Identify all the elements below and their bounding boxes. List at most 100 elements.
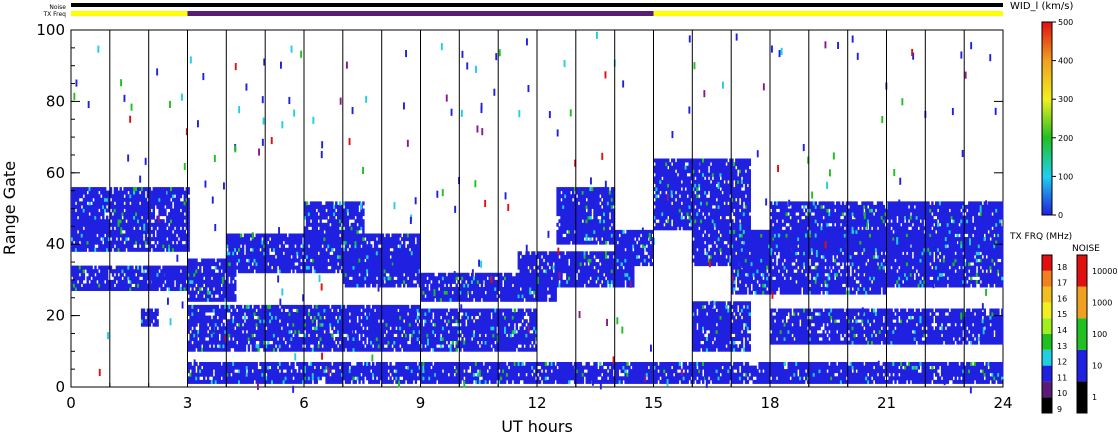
data-cell	[438, 333, 441, 338]
data-cell	[158, 265, 161, 270]
data-cell	[243, 329, 247, 334]
data-cell	[333, 208, 336, 213]
data-cell	[278, 326, 282, 331]
data-cell	[92, 244, 95, 249]
data-cell	[307, 315, 311, 320]
data-cell	[154, 240, 157, 245]
data-cell	[474, 340, 478, 345]
data-cell	[106, 215, 109, 220]
data-cell	[356, 337, 359, 341]
data-cell	[121, 194, 124, 199]
data-cell	[113, 279, 117, 284]
data-cell	[94, 265, 97, 270]
data-cell	[286, 344, 289, 349]
data-cell	[313, 333, 317, 338]
data-cell	[360, 340, 363, 345]
data-cell	[321, 329, 324, 334]
data-cell	[358, 315, 361, 320]
data-cell	[177, 283, 181, 288]
data-cell	[139, 265, 142, 270]
data-cell	[358, 244, 361, 249]
data-cell	[241, 312, 245, 316]
data-cell	[137, 201, 140, 206]
noise-bar	[71, 3, 1003, 7]
data-cell	[284, 233, 287, 238]
data-cell	[300, 237, 303, 242]
data-cell	[208, 276, 212, 281]
data-cell	[214, 344, 218, 349]
data-cell	[315, 251, 318, 256]
data-cell	[140, 233, 144, 238]
data-cell	[403, 283, 406, 288]
data-cell	[234, 294, 237, 299]
data-cell	[222, 272, 225, 277]
data-cell	[366, 254, 369, 259]
data-cell	[168, 197, 171, 202]
data-cell	[156, 319, 159, 324]
data-cell	[370, 344, 373, 349]
data-cell	[102, 212, 105, 217]
data-cell	[358, 322, 361, 327]
data-cell	[401, 329, 404, 334]
data-cell	[315, 212, 318, 217]
data-cell	[364, 337, 367, 341]
data-cell	[230, 315, 233, 320]
data-cell	[206, 344, 210, 349]
data-cell	[329, 347, 332, 352]
data-cell	[344, 247, 348, 252]
data-cell	[405, 340, 408, 345]
data-cell	[162, 279, 165, 284]
data-cell	[430, 322, 433, 327]
data-cell	[222, 322, 225, 327]
data-cell	[170, 201, 173, 206]
data-cell	[362, 233, 365, 238]
data-cell	[455, 347, 458, 352]
data-cell	[238, 244, 241, 249]
data-cell	[461, 337, 464, 341]
data-cell	[482, 333, 485, 338]
data-cell	[152, 208, 155, 213]
data-cell	[274, 269, 278, 274]
data-cell	[443, 322, 447, 327]
data-cell	[412, 237, 416, 242]
data-cell	[321, 229, 324, 234]
data-cell	[239, 329, 243, 334]
data-cell	[82, 276, 86, 281]
data-cell	[358, 308, 361, 313]
data-cell	[360, 333, 363, 338]
data-cell	[74, 215, 78, 220]
data-cell	[245, 265, 249, 270]
data-cell	[434, 344, 437, 349]
data-cell	[239, 304, 243, 309]
data-cell	[416, 319, 419, 324]
data-cell	[449, 315, 452, 320]
data-cell	[154, 315, 157, 320]
data-cell	[375, 319, 379, 324]
data-cell	[102, 215, 105, 220]
data-cell	[393, 326, 396, 331]
data-cell	[356, 272, 359, 277]
data-cell	[98, 194, 101, 199]
data-cell	[372, 308, 375, 313]
data-cell	[327, 326, 330, 331]
data-cell	[399, 233, 402, 238]
data-cell	[274, 337, 278, 341]
data-cell	[346, 240, 350, 245]
data-cell	[181, 212, 185, 217]
data-cell	[247, 247, 251, 252]
data-cell	[156, 269, 159, 274]
data-cell	[397, 237, 400, 242]
data-cell	[156, 312, 159, 316]
data-cell	[403, 244, 406, 249]
data-cell	[354, 315, 357, 320]
data-cell	[90, 265, 93, 270]
data-cell	[212, 258, 216, 263]
data-cell	[162, 219, 165, 224]
data-cell	[476, 312, 480, 316]
data-cell	[364, 326, 367, 331]
data-cell	[346, 319, 350, 324]
data-cell	[389, 262, 392, 267]
data-cell	[296, 333, 299, 338]
data-cell	[144, 197, 148, 202]
data-cell	[173, 233, 177, 238]
